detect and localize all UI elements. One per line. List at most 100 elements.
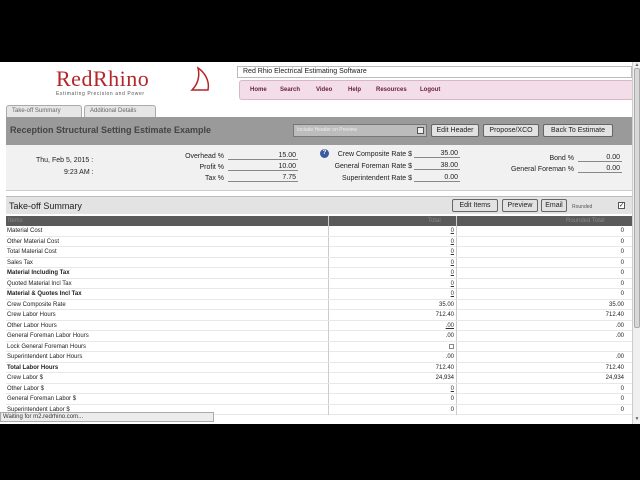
row-rounded-total: 0 <box>620 249 624 255</box>
col-divider <box>456 236 457 247</box>
col-divider <box>328 352 329 362</box>
col-divider <box>456 383 457 394</box>
col-rounded-total: Rounded Total <box>566 218 605 224</box>
row-label: Total Labor Hours <box>7 364 59 371</box>
col-divider <box>328 268 329 278</box>
row-label: Crew Labor $ <box>7 375 44 381</box>
browser-viewport: RedRhino Estimating Precision and Power … <box>0 62 640 424</box>
nav-search[interactable]: Search <box>280 87 300 93</box>
col-divider <box>328 226 329 236</box>
overhead-input[interactable]: 15.00 <box>228 152 298 160</box>
row-rounded-total: 0 <box>620 259 624 266</box>
back-to-estimate-button[interactable]: Back To Estimate <box>543 124 613 137</box>
edit-items-button[interactable]: Edit Items <box>452 199 498 212</box>
row-total[interactable]: 0 <box>451 386 454 392</box>
table-row: Quoted Material Incl Tax 0 0 <box>6 278 632 289</box>
bond-label: Bond % <box>549 155 574 162</box>
row-label: Lock General Foreman Hours <box>7 343 87 350</box>
row-total[interactable]: 0 <box>451 239 454 245</box>
row-label: Superintendent Labor Hours <box>7 354 83 360</box>
bond-input[interactable]: 0.00 <box>578 154 622 162</box>
profit-label: Profit % <box>199 164 224 171</box>
preview-button[interactable]: Preview <box>502 199 538 212</box>
table-row: Other Labor $ 0 0 <box>6 383 632 394</box>
tab-takeoff-summary[interactable]: Take-off Summary <box>6 105 82 117</box>
row-rounded-total: 0 <box>620 385 624 392</box>
propose-xco-button[interactable]: Propose/XCO <box>483 124 539 137</box>
email-button[interactable]: Email <box>541 199 567 212</box>
page-scrollbar[interactable]: ▲ ▼ <box>632 62 640 424</box>
nav-help[interactable]: Help <box>348 87 361 93</box>
col-divider <box>456 268 457 278</box>
row-label: Total Material Cost <box>7 249 57 255</box>
row-label: Sales Tax <box>7 259 33 266</box>
row-label: Other Material Cost <box>7 238 60 245</box>
col-divider <box>456 299 457 310</box>
gf-pct-input[interactable]: 0.00 <box>578 165 622 173</box>
row-total: 35.00 <box>438 301 454 308</box>
table-row: Total Material Cost 0 0 <box>6 247 632 258</box>
gf-rate-input[interactable]: 38.00 <box>414 162 460 170</box>
col-items: Items <box>8 218 23 224</box>
col-divider <box>328 299 329 310</box>
nav-video[interactable]: Video <box>316 87 332 93</box>
redrhino-logo[interactable]: RedRhino Estimating Precision and Power <box>56 66 210 102</box>
col-divider <box>456 257 457 268</box>
row-label: Material & Quotes Incl Tax <box>7 291 82 297</box>
col-divider <box>456 278 457 289</box>
estimate-info: Thu, Feb 5, 2015 : 9:23 AM : Overhead % … <box>6 145 632 191</box>
col-divider <box>328 278 329 289</box>
takeoff-summary-title: Take-off Summary <box>9 201 82 211</box>
table-row: Superintendent Labor Hours .00 .00 <box>6 352 632 363</box>
col-divider <box>456 247 457 257</box>
browser-status-bar: Waiting for m2.redrhino.com... <box>0 412 214 422</box>
tab-additional-details[interactable]: Additional Details <box>84 105 156 117</box>
include-header-label: Include Header on Preview <box>297 127 358 133</box>
row-rounded-total: 0 <box>620 291 624 297</box>
col-divider <box>328 404 329 415</box>
table-row: Crew Composite Rate 35.00 35.00 <box>6 299 632 310</box>
table-row: Sales Tax 0 0 <box>6 257 632 268</box>
row-label: Crew Labor Hours <box>7 312 56 318</box>
row-rounded-total: 0 <box>620 238 624 245</box>
crew-rate-label: Crew Composite Rate $ <box>337 151 412 158</box>
lock-gf-hours-checkbox[interactable] <box>449 343 454 349</box>
include-header-toggle[interactable]: Include Header on Preview <box>293 124 427 137</box>
row-rounded-total: 0 <box>620 406 624 413</box>
crew-rate-input[interactable]: 35.00 <box>414 150 460 158</box>
gf-rate-label: General Foreman Rate $ <box>334 163 412 170</box>
table-row: Crew Labor $ 24,934 24,934 <box>6 373 632 384</box>
edit-header-button[interactable]: Edit Header <box>431 124 479 137</box>
row-rounded-total: 0 <box>620 228 624 234</box>
nav-resources[interactable]: Resources <box>376 87 407 93</box>
col-divider <box>456 362 457 373</box>
nav-home[interactable]: Home <box>250 87 267 93</box>
profit-input[interactable]: 10.00 <box>228 163 298 171</box>
row-total[interactable]: 0 <box>451 249 454 255</box>
nav-logout[interactable]: Logout <box>420 87 440 93</box>
super-rate-input[interactable]: 0.00 <box>414 174 460 182</box>
include-header-checkbox[interactable] <box>417 127 424 134</box>
row-total[interactable]: .00 <box>446 323 454 329</box>
table-row: General Foreman Labor $ 0 0 <box>6 394 632 405</box>
table-row: Other Material Cost 0 0 <box>6 236 632 247</box>
row-total[interactable]: 0 <box>451 281 454 287</box>
table-row: Total Labor Hours 712.40 712.40 <box>6 362 632 373</box>
row-total[interactable]: 0 <box>451 260 454 266</box>
scroll-down-icon[interactable]: ▼ <box>634 416 640 422</box>
row-rounded-total: .00 <box>615 322 624 329</box>
row-total: .00 <box>445 333 454 339</box>
tax-input[interactable]: 7.75 <box>228 174 298 182</box>
row-total[interactable]: 0 <box>451 228 454 234</box>
col-divider <box>328 257 329 268</box>
super-rate-label: Superintendent Rate $ <box>341 175 412 182</box>
row-total[interactable]: 0 <box>451 291 454 297</box>
row-total[interactable]: 0 <box>451 270 454 276</box>
rounded-checkbox[interactable]: ✓ <box>618 202 625 209</box>
col-divider <box>456 310 457 320</box>
row-total: 0 <box>450 406 454 413</box>
row-rounded-total: 712.40 <box>605 312 624 318</box>
scroll-thumb[interactable] <box>634 68 640 328</box>
row-label: Material Including Tax <box>7 270 70 276</box>
row-total: 0 <box>450 396 454 402</box>
